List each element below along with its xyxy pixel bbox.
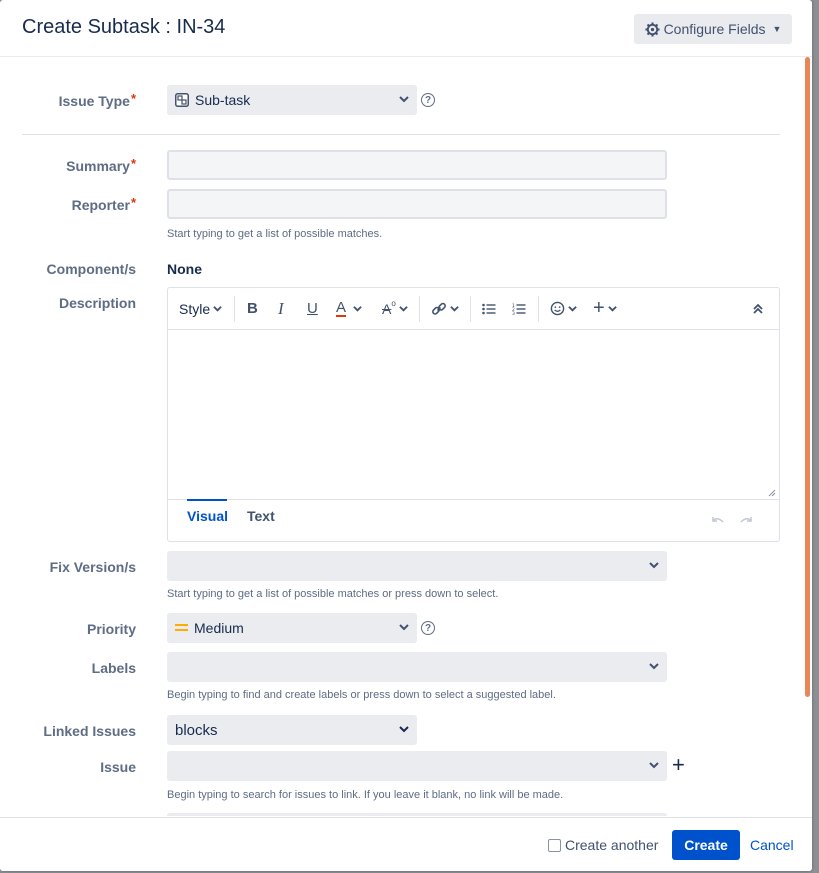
components-value[interactable]: None xyxy=(167,261,202,277)
chevron-down-icon xyxy=(607,306,617,312)
reporter-input[interactable] xyxy=(167,189,667,219)
summary-input[interactable] xyxy=(167,150,667,180)
summary-label-text: Summary xyxy=(66,158,130,174)
description-textarea[interactable] xyxy=(168,330,779,500)
dialog-footer: Create another Create Cancel xyxy=(0,817,812,871)
editor-toolbar: Style B I U A Ao 123 + xyxy=(168,288,779,330)
undo-icon[interactable] xyxy=(710,515,725,525)
required-icon: * xyxy=(130,91,136,106)
description-editor: Style B I U A Ao 123 + Visual Text xyxy=(167,287,780,542)
link-icon[interactable] xyxy=(431,288,459,329)
create-subtask-dialog: Create Subtask : IN-34 Configure Fields … xyxy=(0,0,812,871)
description-label: Description xyxy=(58,295,136,311)
chevron-down-icon xyxy=(399,96,409,103)
text-color-icon[interactable]: A xyxy=(336,288,362,329)
dialog-body[interactable]: Issue Type* Sub-task ? Summary* Reporter… xyxy=(0,57,803,816)
required-icon: * xyxy=(130,156,136,171)
configure-fields-label: Configure Fields xyxy=(663,21,766,37)
components-label: Component/s xyxy=(46,261,136,277)
insert-more-icon[interactable]: + xyxy=(593,288,617,329)
editor-mode-tabs: Visual Text xyxy=(168,499,779,541)
tab-text[interactable]: Text xyxy=(247,508,275,524)
toolbar-separator xyxy=(419,296,420,322)
create-another-label: Create another xyxy=(565,837,659,853)
resize-handle-icon[interactable] xyxy=(767,488,776,497)
required-icon: * xyxy=(130,195,136,210)
chevron-down-icon xyxy=(450,306,459,312)
create-another-checkbox[interactable]: Create another xyxy=(548,837,658,853)
emoji-icon[interactable] xyxy=(550,288,577,329)
priority-label: Priority xyxy=(86,621,136,637)
dialog-header: Create Subtask : IN-34 Configure Fields … xyxy=(0,0,812,57)
labels-select[interactable] xyxy=(167,652,667,682)
link-glyph xyxy=(432,302,446,315)
create-button[interactable]: Create xyxy=(672,830,740,860)
issue-type-label-text: Issue Type xyxy=(58,93,130,109)
redo-icon[interactable] xyxy=(739,515,754,525)
style-dropdown[interactable]: Style xyxy=(179,288,222,329)
svg-text:3: 3 xyxy=(512,310,515,314)
toolbar-separator xyxy=(234,296,235,322)
summary-label: Summary* xyxy=(66,156,136,174)
help-icon[interactable]: ? xyxy=(421,621,435,635)
italic-icon[interactable]: I xyxy=(278,288,284,329)
fix-versions-hint: Start typing to get a list of possible m… xyxy=(167,588,499,600)
chevron-down-icon xyxy=(399,624,409,631)
underline-icon[interactable]: U xyxy=(307,288,318,329)
chevron-down-icon xyxy=(353,306,362,312)
tab-visual[interactable]: Visual xyxy=(187,508,228,524)
priority-value: Medium xyxy=(194,620,244,636)
numbered-list-icon[interactable]: 123 xyxy=(512,288,526,329)
reporter-label-text: Reporter xyxy=(71,197,130,213)
chevron-down-icon xyxy=(649,562,659,569)
configure-fields-button[interactable]: Configure Fields ▼ xyxy=(634,14,792,44)
chevron-down-icon xyxy=(399,306,408,312)
link-type-value: blocks xyxy=(175,721,218,739)
chevron-down-icon xyxy=(649,762,659,769)
add-link-icon[interactable]: + xyxy=(672,754,685,776)
divider xyxy=(22,134,780,135)
reporter-hint: Start typing to get a list of possible m… xyxy=(167,228,383,240)
active-tab-indicator xyxy=(187,499,227,501)
linked-issues-label: Linked Issues xyxy=(43,723,136,739)
chevron-down-icon xyxy=(213,306,222,312)
bold-icon[interactable]: B xyxy=(247,288,258,329)
dialog-title: Create Subtask : IN-34 xyxy=(22,16,226,38)
issue-type-select[interactable]: Sub-task xyxy=(167,85,417,115)
issue-select[interactable] xyxy=(167,751,667,781)
style-dropdown-label: Style xyxy=(179,300,211,317)
scrollbar[interactable] xyxy=(805,57,812,816)
fix-versions-label: Fix Version/s xyxy=(49,559,136,575)
issue-type-label: Issue Type* xyxy=(58,91,136,109)
bullet-list-icon[interactable] xyxy=(482,288,496,329)
labels-label: Labels xyxy=(91,660,136,676)
chevron-down-icon xyxy=(568,306,577,312)
labels-hint: Begin typing to find and create labels o… xyxy=(167,689,556,701)
issue-hint: Begin typing to search for issues to lin… xyxy=(167,789,564,801)
reporter-label: Reporter* xyxy=(71,195,136,213)
chevron-down-icon xyxy=(649,663,659,670)
help-icon[interactable]: ? xyxy=(421,93,435,107)
cancel-link[interactable]: Cancel xyxy=(750,837,794,853)
caret-down-icon: ▼ xyxy=(772,24,782,34)
issue-type-value: Sub-task xyxy=(195,92,251,108)
fix-versions-select[interactable] xyxy=(167,551,667,581)
subtask-icon xyxy=(175,93,189,107)
toolbar-separator xyxy=(470,296,471,322)
collapse-toolbar-icon[interactable] xyxy=(753,288,763,329)
text-formatting-icon[interactable]: Ao xyxy=(382,288,408,329)
next-field-partial[interactable] xyxy=(167,813,667,816)
scrollbar-thumb[interactable] xyxy=(805,57,810,697)
issue-label: Issue xyxy=(100,759,136,775)
toolbar-separator xyxy=(538,296,539,322)
priority-select[interactable]: Medium xyxy=(167,613,417,643)
gear-icon xyxy=(645,21,660,37)
checkbox[interactable] xyxy=(548,838,561,852)
chevron-down-icon xyxy=(399,726,409,733)
link-type-select[interactable]: blocks xyxy=(167,715,417,745)
priority-medium-icon xyxy=(175,624,188,631)
